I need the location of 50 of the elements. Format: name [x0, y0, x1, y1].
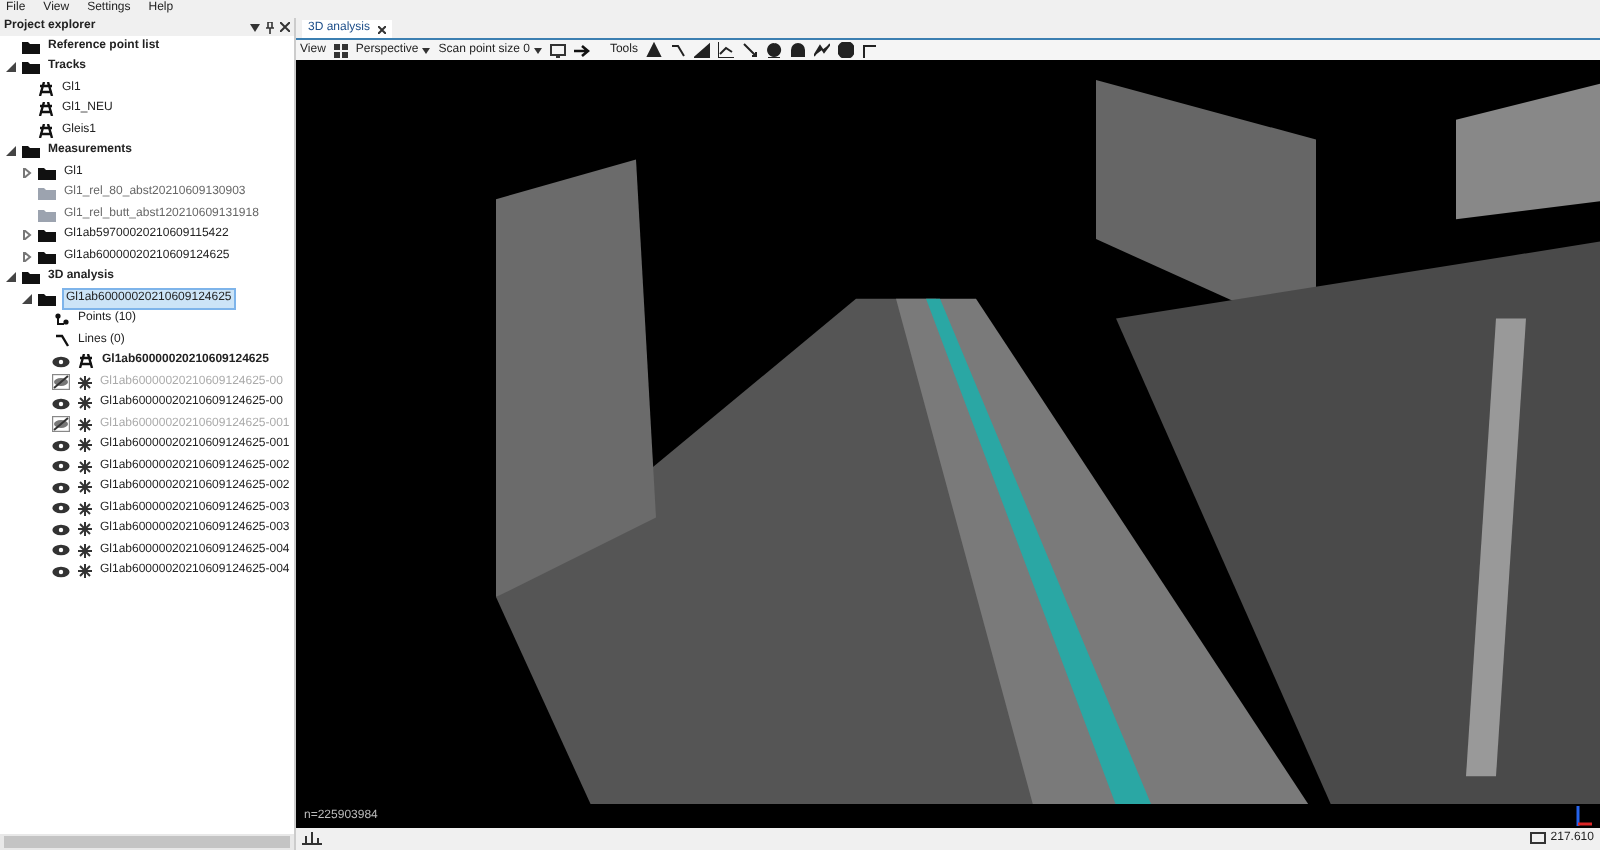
hidden-eye-icon[interactable] [52, 374, 70, 391]
point-marker-icon [78, 417, 92, 432]
tool-icon[interactable] [765, 42, 782, 58]
axis-gizmo-icon [1572, 804, 1592, 826]
expand-arrow-icon[interactable] [21, 230, 31, 241]
lines-icon [54, 333, 70, 348]
track-icon [38, 81, 54, 96]
pin-icon[interactable] [266, 21, 274, 33]
point-marker-icon [78, 438, 92, 453]
eye-icon[interactable] [52, 565, 70, 578]
point-marker-icon [78, 501, 92, 516]
point-marker-icon [78, 522, 92, 537]
eye-icon[interactable] [52, 523, 70, 536]
arrow-right-icon[interactable] [573, 43, 590, 57]
eye-icon[interactable] [52, 502, 70, 515]
point-marker-icon [78, 564, 92, 579]
monitor-icon [1530, 832, 1547, 846]
close-icon[interactable] [378, 25, 387, 33]
eye-icon[interactable] [52, 439, 70, 452]
hidden-eye-icon[interactable] [52, 416, 70, 433]
dropdown-caret-icon[interactable] [250, 23, 260, 31]
collapse-arrow-icon[interactable] [5, 272, 15, 283]
track-icon [38, 123, 54, 138]
expand-arrow-icon[interactable] [21, 167, 31, 178]
eye-icon[interactable] [52, 460, 70, 473]
point-marker-icon [78, 459, 92, 474]
monitor-icon[interactable] [549, 43, 566, 57]
eye-icon[interactable] [52, 544, 70, 557]
expand-arrow-icon[interactable] [21, 251, 31, 262]
point-marker-icon [78, 480, 92, 495]
point-marker-icon [78, 543, 92, 558]
caret-icon [533, 47, 542, 53]
collapse-arrow-icon[interactable] [5, 62, 15, 73]
eye-icon[interactable] [52, 481, 70, 494]
close-icon[interactable] [280, 22, 290, 32]
grid-icon[interactable] [333, 43, 348, 57]
collapse-arrow-icon[interactable] [21, 293, 31, 304]
eye-icon[interactable] [52, 397, 70, 410]
horizontal-scrollbar[interactable] [0, 834, 294, 850]
measure-tool-icon[interactable] [302, 832, 322, 846]
eye-icon[interactable] [52, 355, 70, 368]
caret-icon [422, 47, 431, 53]
tool-icon[interactable] [717, 42, 734, 58]
tool-icon[interactable] [741, 42, 758, 58]
point-marker-icon [78, 396, 92, 411]
point-marker-icon [78, 375, 92, 390]
track-icon [38, 102, 54, 117]
collapse-arrow-icon[interactable] [5, 146, 15, 157]
track-icon [78, 354, 94, 369]
points-icon [54, 312, 70, 327]
